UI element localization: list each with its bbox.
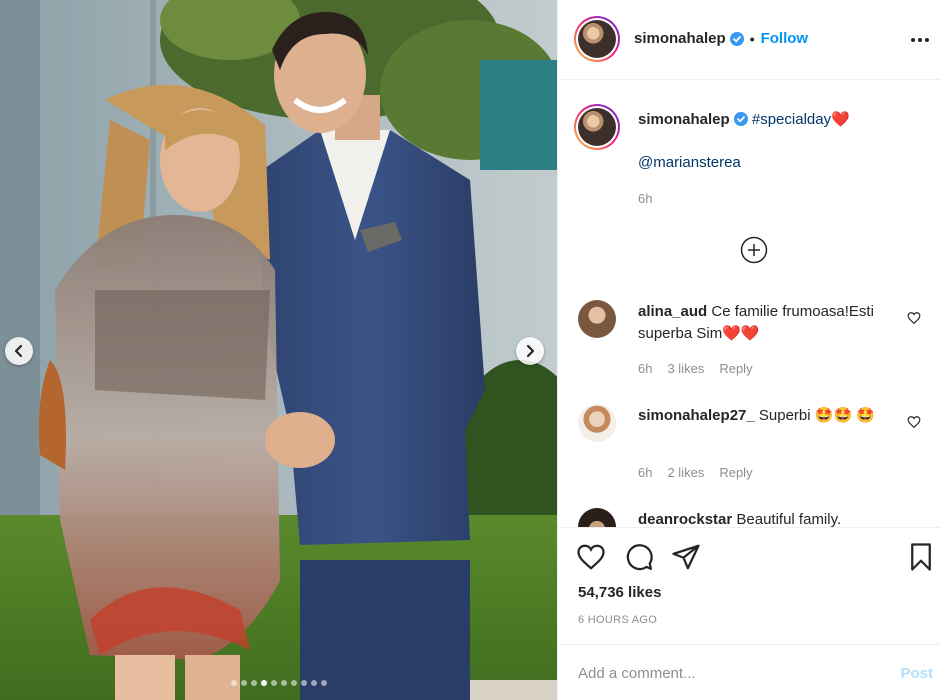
comment-time: 6h bbox=[638, 361, 653, 376]
chevron-right-icon bbox=[526, 344, 535, 358]
post-actions: 54,736 likes 6 HOURS AGO Add a comment..… bbox=[558, 527, 940, 700]
carousel-next-button[interactable] bbox=[516, 337, 544, 365]
carousel-dot bbox=[320, 680, 327, 686]
comment-icon[interactable] bbox=[624, 542, 654, 572]
likes-count[interactable]: 54,736 likes bbox=[578, 584, 661, 601]
comment-input[interactable]: Add a comment... bbox=[578, 665, 696, 682]
profile-avatar[interactable] bbox=[574, 16, 620, 62]
comment-reply-button[interactable]: Reply bbox=[719, 361, 752, 376]
carousel-dot bbox=[260, 680, 267, 686]
comment-emojis: 🤩🤩 🤩 bbox=[814, 407, 875, 424]
carousel-dot bbox=[290, 680, 297, 686]
caption-text: simonahalep #specialday❤️ bbox=[638, 110, 850, 128]
comment-message: Superbi bbox=[758, 407, 811, 424]
comment-text: simonahalep27_ Superbi 🤩🤩 🤩 bbox=[638, 405, 898, 427]
caption-mention[interactable]: @mariansterea bbox=[638, 154, 741, 171]
carousel-dot bbox=[270, 680, 277, 686]
comment-avatar[interactable] bbox=[578, 404, 616, 442]
comment-avatar[interactable] bbox=[578, 300, 616, 338]
load-more-icon[interactable] bbox=[740, 236, 768, 264]
post-header: simonahalep • Follow bbox=[558, 0, 940, 80]
carousel-dot bbox=[230, 680, 237, 686]
heart-icon[interactable] bbox=[907, 311, 921, 325]
carousel-indicator bbox=[0, 680, 557, 686]
carousel-dot bbox=[310, 680, 317, 686]
verified-badge-icon bbox=[733, 112, 748, 126]
follow-button[interactable]: Follow bbox=[761, 30, 809, 47]
comment-username[interactable]: simonahalep27_ bbox=[638, 407, 755, 424]
carousel-dot bbox=[240, 680, 247, 686]
carousel-dot bbox=[250, 680, 257, 686]
carousel-dot bbox=[300, 680, 307, 686]
comment-meta: 6h 3 likes Reply bbox=[638, 361, 753, 376]
separator-dot: • bbox=[749, 30, 755, 47]
more-options-icon bbox=[911, 38, 929, 42]
comment-likes[interactable]: 2 likes bbox=[667, 465, 704, 480]
chevron-left-icon bbox=[14, 344, 23, 358]
more-options-button[interactable] bbox=[908, 28, 932, 52]
add-comment-bar: Add a comment... Post bbox=[558, 644, 940, 700]
verified-badge-icon bbox=[729, 31, 744, 46]
comment-username[interactable]: deanrockstar bbox=[638, 511, 732, 528]
heart-icon[interactable] bbox=[907, 415, 921, 429]
caption-username[interactable]: simonahalep bbox=[638, 111, 730, 128]
post-sidebar: simonahalep • Follow simonahalep #specia… bbox=[557, 0, 940, 700]
caption-emoji: ❤️ bbox=[831, 111, 850, 128]
post-comment-button[interactable]: Post bbox=[900, 665, 933, 682]
comment-likes[interactable]: 3 likes bbox=[667, 361, 704, 376]
heart-icon[interactable] bbox=[576, 542, 606, 572]
bookmark-icon[interactable] bbox=[906, 542, 936, 572]
post-timestamp: 6 HOURS AGO bbox=[578, 614, 658, 626]
caption-avatar[interactable] bbox=[574, 104, 620, 150]
carousel-dot bbox=[280, 680, 287, 686]
header-username[interactable]: simonahalep bbox=[634, 30, 726, 47]
caption-hashtag[interactable]: #specialday bbox=[752, 111, 831, 128]
comment-time: 6h bbox=[638, 465, 653, 480]
comment-emojis: ❤️❤️ bbox=[722, 325, 760, 342]
comment-message: Beautiful family. bbox=[736, 511, 842, 528]
post-media[interactable] bbox=[0, 0, 557, 700]
share-icon[interactable] bbox=[671, 542, 701, 572]
comment-meta: 6h 2 likes Reply bbox=[638, 465, 753, 480]
carousel-prev-button[interactable] bbox=[5, 337, 33, 365]
comment-reply-button[interactable]: Reply bbox=[719, 465, 752, 480]
comment-text: alina_aud Ce familie frumoasa!Esti super… bbox=[638, 301, 898, 345]
comment-username[interactable]: alina_aud bbox=[638, 303, 707, 320]
caption-timestamp: 6h bbox=[638, 191, 653, 206]
post-photo bbox=[0, 0, 557, 700]
